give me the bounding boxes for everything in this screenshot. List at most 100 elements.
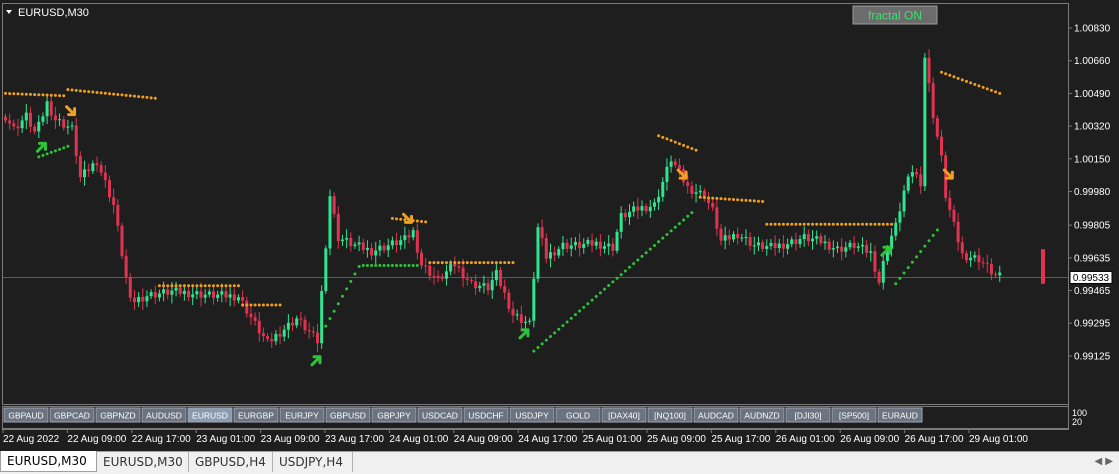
sar-dot-green bbox=[328, 317, 332, 321]
sar-dot-orange bbox=[166, 284, 170, 288]
time-tick-label: 25 Aug 09:00 bbox=[647, 434, 706, 445]
symbol-button-gbpjpy[interactable]: GBPJPY bbox=[371, 407, 417, 423]
sar-dot-orange bbox=[682, 143, 686, 147]
candle-bear bbox=[935, 118, 939, 137]
sar-dot-orange bbox=[732, 198, 735, 202]
sar-dot-green bbox=[544, 338, 548, 342]
sar-dot-green bbox=[690, 211, 694, 215]
fractal-toggle-button[interactable]: fractal ON bbox=[852, 5, 938, 25]
sar-dot-orange bbox=[228, 284, 232, 288]
sar-dot-orange bbox=[87, 90, 91, 94]
sar-dot-green bbox=[403, 264, 407, 268]
candle-bull bbox=[894, 222, 898, 236]
time-tick-label: 25 Aug 01:00 bbox=[583, 434, 642, 445]
price-tick-label: 0.99295 bbox=[1074, 319, 1111, 330]
sar-dot-green bbox=[582, 305, 586, 309]
sar-dot-orange bbox=[748, 199, 752, 203]
symbol-button-audcad[interactable]: AUDCAD bbox=[693, 407, 739, 423]
candle-bear bbox=[8, 120, 12, 124]
tab-scroll-arrows-icon[interactable]: ◀ ▶ bbox=[1094, 452, 1113, 472]
sar-dot-green bbox=[594, 294, 598, 298]
sar-dot-orange bbox=[769, 222, 773, 226]
tab-eurusd-m30-active[interactable]: EURUSD,M30 bbox=[0, 451, 97, 472]
price-tick-label: 1.00660 bbox=[1074, 56, 1111, 67]
candle-bear bbox=[827, 241, 831, 250]
tab-usdjpy-h4[interactable]: USDJPY,H4 bbox=[273, 452, 353, 472]
candle-bear bbox=[349, 238, 353, 247]
sar-dot-green bbox=[657, 240, 661, 244]
symbol-button-gbpnzd[interactable]: GBPNZD bbox=[95, 407, 141, 423]
symbol-button-gold[interactable]: GOLD bbox=[555, 407, 601, 423]
sar-dot-orange bbox=[174, 284, 178, 288]
sar-dot-orange bbox=[806, 222, 810, 226]
symbol-button-audusd[interactable]: AUDUSD bbox=[141, 407, 187, 423]
symbol-button-usdchf[interactable]: USDCHF bbox=[463, 407, 509, 423]
candle-bear bbox=[428, 265, 432, 276]
symbol-button-dji30[interactable]: [DJI30] bbox=[785, 407, 831, 423]
sar-dot-orange bbox=[752, 199, 756, 203]
candle-bear bbox=[507, 292, 511, 309]
candle-bear bbox=[361, 242, 365, 250]
sar-dot-orange bbox=[869, 222, 873, 226]
symbol-button-usdjpy[interactable]: USDJPY bbox=[509, 407, 555, 423]
sar-dot-orange bbox=[187, 284, 191, 288]
sar-dot-green bbox=[686, 214, 690, 218]
sar-dot-orange bbox=[698, 195, 702, 199]
candle-bull bbox=[823, 241, 827, 244]
symbol-button-gbpaud[interactable]: GBPAUD bbox=[3, 407, 49, 423]
sar-dot-green bbox=[586, 302, 590, 306]
sar-dot-orange bbox=[191, 284, 195, 288]
symbol-button-usdcad[interactable]: USDCAD bbox=[417, 407, 463, 423]
price-tick-label: 1.00320 bbox=[1074, 122, 1111, 133]
candle-bear bbox=[116, 204, 120, 226]
sar-dot-green bbox=[370, 264, 374, 268]
sar-dot-orange bbox=[831, 222, 835, 226]
sar-dot-orange bbox=[112, 92, 116, 96]
candle-bear bbox=[132, 297, 136, 303]
candle-bull bbox=[557, 249, 561, 256]
sar-dot-green bbox=[644, 251, 648, 255]
symbol-button-eurusd[interactable]: EURUSD bbox=[187, 407, 233, 423]
candle-bull bbox=[324, 248, 328, 292]
symbol-button-gbpusd[interactable]: GBPUSD bbox=[325, 407, 371, 423]
symbol-button-nq100[interactable]: [NQ100] bbox=[647, 407, 693, 423]
sar-dot-orange bbox=[740, 198, 744, 202]
symbol-button-label: GBPNZD bbox=[100, 411, 135, 421]
symbol-button-eurjpy[interactable]: EURJPY bbox=[279, 407, 325, 423]
symbol-button-sp500[interactable]: [SP500] bbox=[831, 407, 877, 423]
sar-dot-green bbox=[598, 291, 602, 295]
symbol-button-eurgbp[interactable]: EURGBP bbox=[233, 407, 279, 423]
chart-window[interactable]: EURUSD,M30 fractal ON 1.00830 1.00660 1.00… bbox=[0, 0, 1119, 474]
sar-dot-orange bbox=[815, 222, 819, 226]
symbol-button-gbpcad[interactable]: GBPCAD bbox=[49, 407, 95, 423]
sar-dot-green bbox=[573, 313, 577, 317]
symbol-button-dax40[interactable]: [DAX40] bbox=[601, 407, 647, 423]
candle-bull bbox=[274, 334, 278, 342]
current-price-tag-text: 0.99533 bbox=[1073, 273, 1110, 284]
sar-dot-green bbox=[336, 302, 340, 306]
candle-bull bbox=[286, 322, 290, 330]
symbol-button-audnzd[interactable]: AUDNZD bbox=[739, 407, 785, 423]
sar-dot-orange bbox=[424, 220, 428, 224]
tab-eurusd-m30[interactable]: EURUSD,M30 bbox=[97, 452, 189, 472]
sar-dot-green bbox=[532, 349, 536, 353]
chart-tabs-bar: EURUSD,M30 EURUSD,M30 GBPUSD,H4 USDJPY,H… bbox=[0, 451, 1119, 474]
candle-bear bbox=[590, 240, 594, 246]
sar-dot-orange bbox=[62, 94, 66, 98]
sar-dot-orange bbox=[157, 284, 161, 288]
price-tick-label: 1.00150 bbox=[1074, 154, 1111, 165]
tab-gbpusd-h4[interactable]: GBPUSD,H4 bbox=[189, 452, 273, 472]
candle-bear bbox=[931, 83, 935, 119]
sar-dot-green bbox=[66, 144, 70, 148]
candle-bull bbox=[831, 248, 835, 250]
symbol-button-label: AUDNZD bbox=[744, 411, 779, 421]
candle-bear bbox=[245, 300, 249, 314]
sar-dot-green bbox=[669, 229, 673, 233]
candle-bull bbox=[752, 245, 756, 247]
sar-dot-orange bbox=[91, 90, 95, 94]
candle-bear bbox=[199, 291, 203, 298]
price-tick-label: 0.99465 bbox=[1074, 286, 1111, 297]
symbol-button-euraud[interactable]: EURAUD bbox=[877, 407, 923, 423]
candle-bull bbox=[881, 261, 885, 283]
candle-bull bbox=[769, 242, 773, 246]
